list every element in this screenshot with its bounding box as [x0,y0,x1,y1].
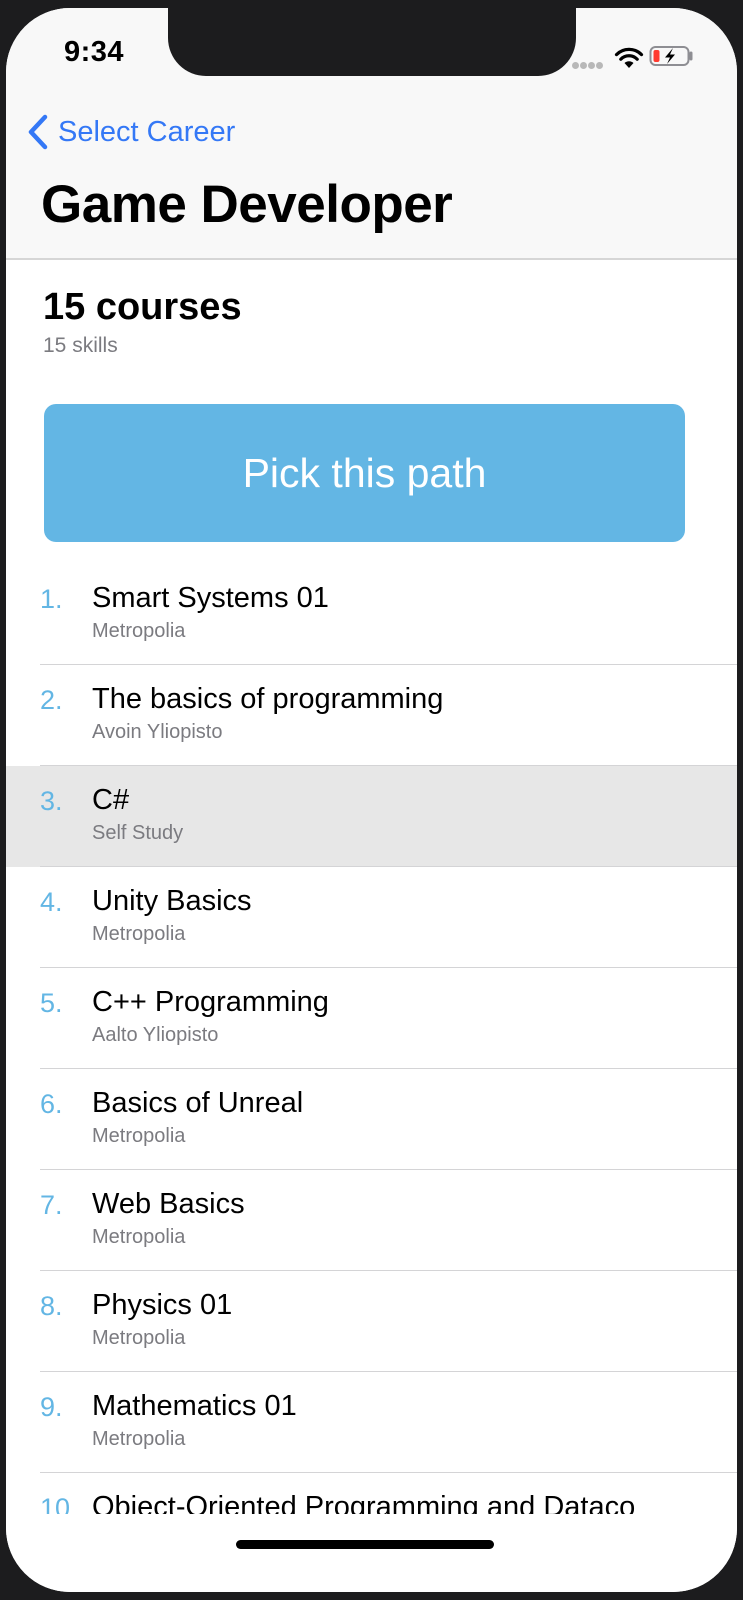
bottom-safe-area [6,1514,737,1592]
list-item[interactable]: 7. Web Basics Metropolia [6,1170,737,1271]
course-number: 8. [40,1291,63,1321]
course-name: Basics of Unreal [92,1087,304,1119]
page-title: Game Developer [41,175,453,234]
phone-screen: 9:34 Select Career Game Developer 15 cou… [6,8,737,1592]
course-list[interactable]: 1. Smart Systems 01 Metropolia 2. The ba… [6,564,737,1514]
course-name: Mathematics 01 [92,1390,297,1422]
list-item-selected[interactable]: 3. C# Self Study [6,766,737,867]
home-indicator[interactable] [236,1540,494,1549]
course-count: 15 courses [43,286,242,328]
list-item[interactable]: 6. Basics of Unreal Metropolia [6,1069,737,1170]
course-number: 6. [40,1089,63,1119]
back-button-label: Select Career [58,115,236,148]
list-item[interactable]: 4. Unity Basics Metropolia [6,867,737,968]
course-name: Smart Systems 01 [92,582,329,614]
course-provider: Avoin Yliopisto [92,721,223,743]
course-number: 2. [40,685,63,715]
wifi-icon [614,47,644,68]
status-time: 9:34 [64,36,125,68]
pick-path-button[interactable]: Pick this path [44,404,685,542]
course-number: 3. [40,786,63,816]
path-summary: 15 courses 15 skills [43,284,242,358]
list-item[interactable]: 5. C++ Programming Aalto Yliopisto [6,968,737,1069]
course-name: C++ Programming [92,986,329,1018]
course-name: Unity Basics [92,885,252,917]
course-provider: Metropolia [92,1125,186,1147]
course-number: 7. [40,1190,63,1220]
course-provider: Metropolia [92,620,186,642]
course-number: 5. [40,988,63,1018]
chevron-left-icon [28,114,48,150]
course-number: 1. [40,584,63,614]
course-number: 4. [40,887,63,917]
course-name: The basics of programming [92,683,444,715]
course-number: 9. [40,1392,63,1422]
course-name: Object-Oriented Programming and Dataco [92,1491,636,1514]
list-item[interactable]: 1. Smart Systems 01 Metropolia [6,564,737,665]
course-name: Web Basics [92,1188,245,1220]
battery-charging-icon [649,46,693,66]
course-provider: Metropolia [92,1428,186,1450]
course-name: Physics 01 [92,1289,233,1321]
course-provider: Metropolia [92,1327,186,1349]
skill-count: 15 skills [43,334,118,357]
device-notch [168,8,576,76]
course-provider: Self Study [92,822,184,844]
cellular-signal-icon [572,56,606,69]
course-provider: Metropolia [92,923,186,945]
list-item[interactable]: 8. Physics 01 Metropolia [6,1271,737,1372]
course-provider: Metropolia [92,1226,186,1248]
list-item[interactable]: 10. Object-Oriented Programming and Data… [6,1473,737,1514]
list-item[interactable]: 2. The basics of programming Avoin Yliop… [6,665,737,766]
course-name: C# [92,784,130,816]
list-item[interactable]: 9. Mathematics 01 Metropolia [6,1372,737,1473]
course-number: 10. [40,1493,78,1514]
back-button[interactable]: Select Career [26,108,235,156]
course-provider: Aalto Yliopisto [92,1024,219,1046]
